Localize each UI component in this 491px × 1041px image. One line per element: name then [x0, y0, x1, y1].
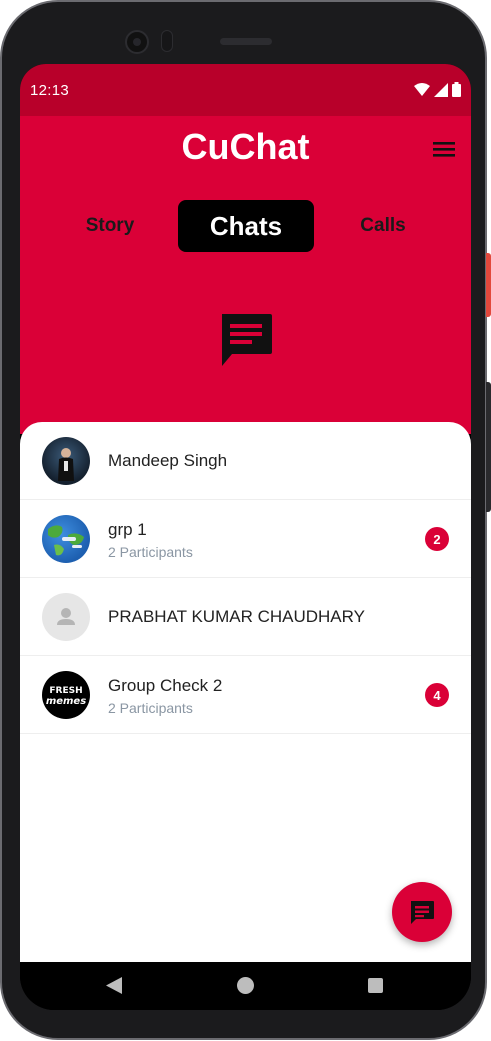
- recent-apps-icon[interactable]: [368, 978, 383, 993]
- chat-list: Mandeep Singh grp 1 2 Participants 2 PRA…: [20, 422, 471, 962]
- chat-subtitle: 2 Participants: [108, 700, 193, 716]
- new-chat-fab-button[interactable]: [392, 882, 452, 942]
- phone-frame: 12:13 CuChat Story Chats Calls Mandeep S…: [0, 0, 487, 1040]
- unread-badge: 2: [425, 527, 449, 551]
- chat-name: Group Check 2: [108, 676, 223, 695]
- wifi-icon: [414, 82, 430, 96]
- avatar: [42, 593, 90, 641]
- tab-bar: Story Chats Calls: [20, 200, 471, 252]
- new-chat-icon: [411, 901, 434, 924]
- svg-text:memes: memes: [46, 696, 86, 707]
- globe-icon: [48, 525, 84, 556]
- app-title: CuChat: [181, 126, 310, 167]
- fresh-memes-logo-icon: FRESH memes: [46, 686, 86, 707]
- chat-bubble-icon: [222, 314, 272, 366]
- tab-chats[interactable]: Chats: [178, 200, 314, 252]
- status-time: 12:13: [30, 82, 70, 99]
- default-person-icon: [57, 608, 75, 625]
- back-icon[interactable]: [106, 977, 122, 994]
- screen: 12:13 CuChat Story Chats Calls Mandeep S…: [20, 64, 471, 1010]
- chat-name: Mandeep Singh: [108, 451, 228, 470]
- person-photo-icon: [58, 448, 74, 481]
- status-icons: [414, 82, 461, 97]
- avatar: [42, 437, 90, 485]
- avatar: FRESH memes: [42, 671, 90, 719]
- chat-row-mandeep-singh[interactable]: Mandeep Singh: [20, 422, 471, 500]
- proximity-sensor: [161, 30, 173, 52]
- chat-row-grp-1[interactable]: grp 1 2 Participants 2: [20, 500, 471, 578]
- avatar: [42, 515, 90, 563]
- chat-subtitle: 2 Participants: [108, 544, 193, 560]
- earpiece-speaker: [220, 38, 272, 45]
- tab-calls[interactable]: Calls: [342, 200, 424, 252]
- volume-button: [486, 382, 491, 512]
- system-nav-bar: [20, 962, 471, 1010]
- signal-icon: [434, 82, 448, 97]
- chat-row-group-check-2[interactable]: FRESH memes Group Check 2 2 Participants…: [20, 656, 471, 734]
- hamburger-menu-icon[interactable]: [433, 140, 455, 158]
- home-icon[interactable]: [237, 977, 254, 994]
- battery-icon: [452, 82, 461, 97]
- chat-name: grp 1: [108, 520, 147, 539]
- power-button: [486, 253, 491, 317]
- svg-text:FRESH: FRESH: [49, 686, 82, 696]
- front-camera: [125, 30, 149, 54]
- tab-story[interactable]: Story: [72, 200, 148, 252]
- unread-badge: 4: [425, 683, 449, 707]
- status-bar: 12:13: [20, 64, 471, 116]
- chat-row-prabhat-kumar-chaudhary[interactable]: PRABHAT KUMAR CHAUDHARY: [20, 578, 471, 656]
- app-header: CuChat Story Chats Calls: [20, 116, 471, 434]
- chat-name: PRABHAT KUMAR CHAUDHARY: [108, 607, 365, 626]
